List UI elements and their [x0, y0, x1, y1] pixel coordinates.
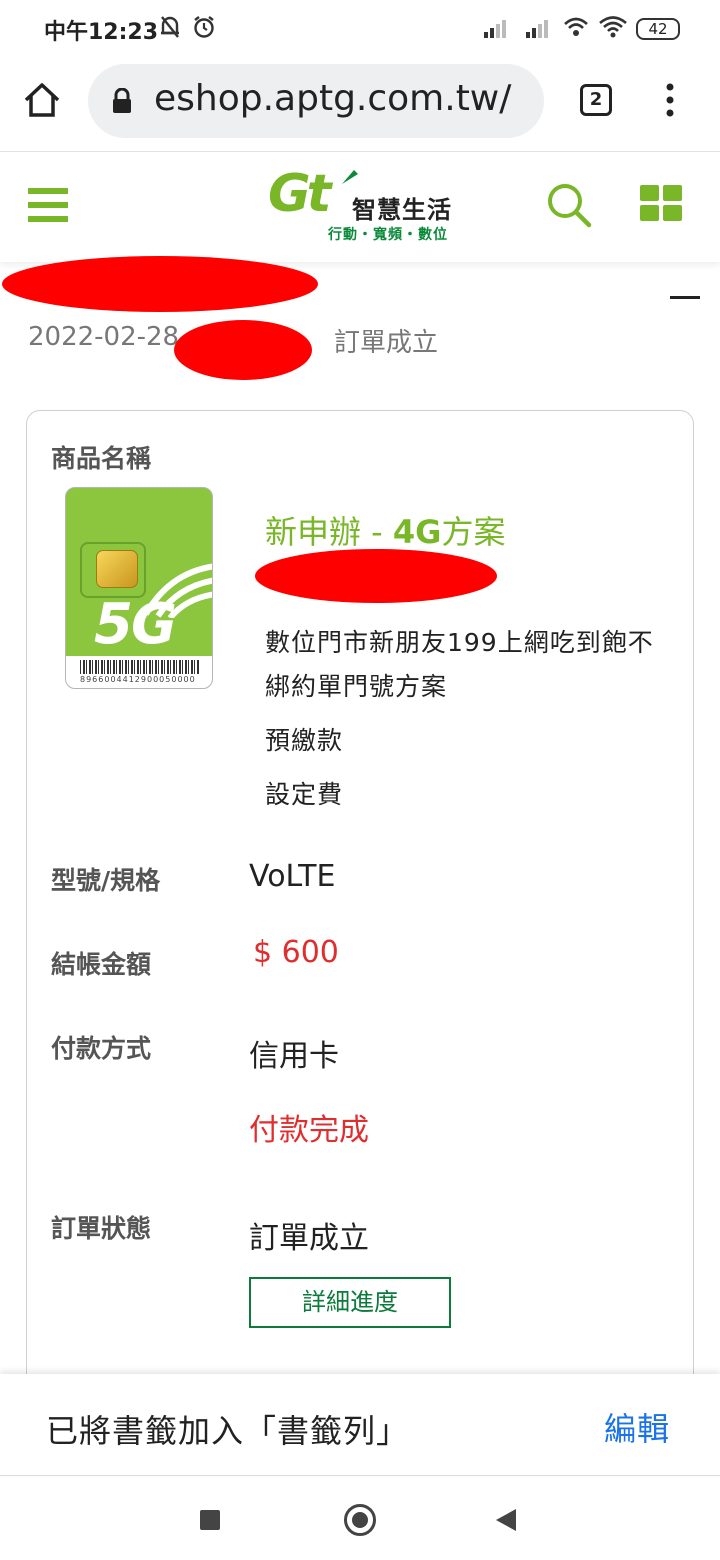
redaction-mark — [255, 549, 497, 603]
product-description: 數位門市新朋友199上網吃到飽不綁約單門號方案 — [265, 628, 654, 701]
payment-status: 付款完成 — [249, 1113, 369, 1148]
lock-icon[interactable] — [112, 88, 132, 114]
product-name-label: 商品名稱 — [51, 444, 152, 473]
status-time: 中午12:23 — [44, 20, 159, 45]
sim-chip-icon — [96, 550, 138, 588]
mute-bell-icon — [161, 16, 179, 38]
more-menu-icon[interactable] — [660, 82, 680, 118]
order-date: 2022-02-28 — [28, 322, 180, 352]
hamburger-menu-icon[interactable] — [28, 188, 68, 222]
alarm-icon — [194, 16, 214, 38]
status-bar: 中午12:23 42 — [0, 0, 720, 60]
sim-card-image: 5G 8966004412900050000 — [65, 487, 213, 689]
spec-value: VoLTE — [249, 859, 336, 894]
signal-1-icon — [484, 20, 506, 38]
redaction-mark — [2, 256, 318, 312]
logo-mark: Gt — [268, 164, 332, 224]
home-button-icon[interactable] — [344, 1504, 376, 1536]
signal-2-icon — [526, 20, 548, 38]
product-title: 新申辦 - 4G方案 — [265, 507, 505, 553]
sim-number: 8966004412900050000 — [80, 675, 196, 684]
bookmark-toast: 已將書籤加入「書籤列」 編輯 — [0, 1374, 720, 1476]
toast-edit-link[interactable]: 編輯 — [604, 1404, 670, 1450]
product-title-prefix: 新申辦 - — [265, 513, 393, 551]
address-bar[interactable]: eshop.aptg.com.tw/ — [88, 64, 544, 138]
tab-count: 2 — [589, 89, 603, 110]
order-status-value: 訂單成立 — [249, 1221, 369, 1256]
collapse-icon[interactable] — [670, 296, 700, 299]
battery-icon: 42 — [636, 18, 680, 40]
detail-progress-button[interactable]: 詳細進度 — [249, 1277, 451, 1328]
site-header: Gt 智慧生活 行動・寬頻・數位 — [0, 152, 720, 262]
home-icon[interactable] — [22, 80, 62, 120]
toast-message: 已將書籤加入「書籤列」 — [46, 1412, 410, 1450]
tab-switcher-button[interactable]: 2 — [580, 84, 612, 116]
search-icon[interactable] — [546, 182, 592, 228]
product-item-setup: 設定費 — [265, 780, 344, 809]
product-item-prepaid: 預繳款 — [265, 726, 344, 755]
logo-tagline: 行動・寬頻・數位 — [328, 227, 448, 243]
payment-method: 信用卡 — [249, 1039, 339, 1074]
sim-5g-badge: 5G — [94, 592, 177, 657]
order-status: 訂單成立 — [334, 328, 439, 358]
logo-name: 智慧生活 — [352, 196, 452, 224]
battery-level: 42 — [648, 20, 668, 38]
system-nav-bar — [0, 1477, 720, 1560]
payment-label: 付款方式 — [51, 1034, 152, 1063]
hotspot-icon — [564, 17, 588, 36]
browser-toolbar: eshop.aptg.com.tw/ 2 — [0, 60, 720, 152]
amount-label: 結帳金額 — [51, 950, 152, 979]
product-title-bold: 4G — [392, 513, 442, 551]
grid-apps-icon[interactable] — [640, 185, 682, 221]
spec-label: 型號/規格 — [51, 866, 161, 895]
url-text[interactable]: eshop.aptg.com.tw/ — [154, 78, 511, 119]
order-detail-card: 商品名稱 5G 8966004412900050000 新申辦 - 4G方案 數… — [26, 410, 694, 1410]
logo-accent-icon — [342, 170, 358, 184]
sim-barcode: 8966004412900050000 — [66, 656, 212, 688]
wifi-icon — [599, 16, 627, 38]
amount-value: $ 600 — [253, 935, 339, 970]
back-icon[interactable] — [496, 1509, 516, 1531]
order-status-label: 訂單狀態 — [51, 1214, 152, 1243]
recents-icon[interactable] — [200, 1510, 220, 1530]
product-title-suffix: 方案 — [441, 513, 506, 551]
redaction-mark — [174, 320, 312, 380]
barcode-bars — [80, 660, 200, 674]
